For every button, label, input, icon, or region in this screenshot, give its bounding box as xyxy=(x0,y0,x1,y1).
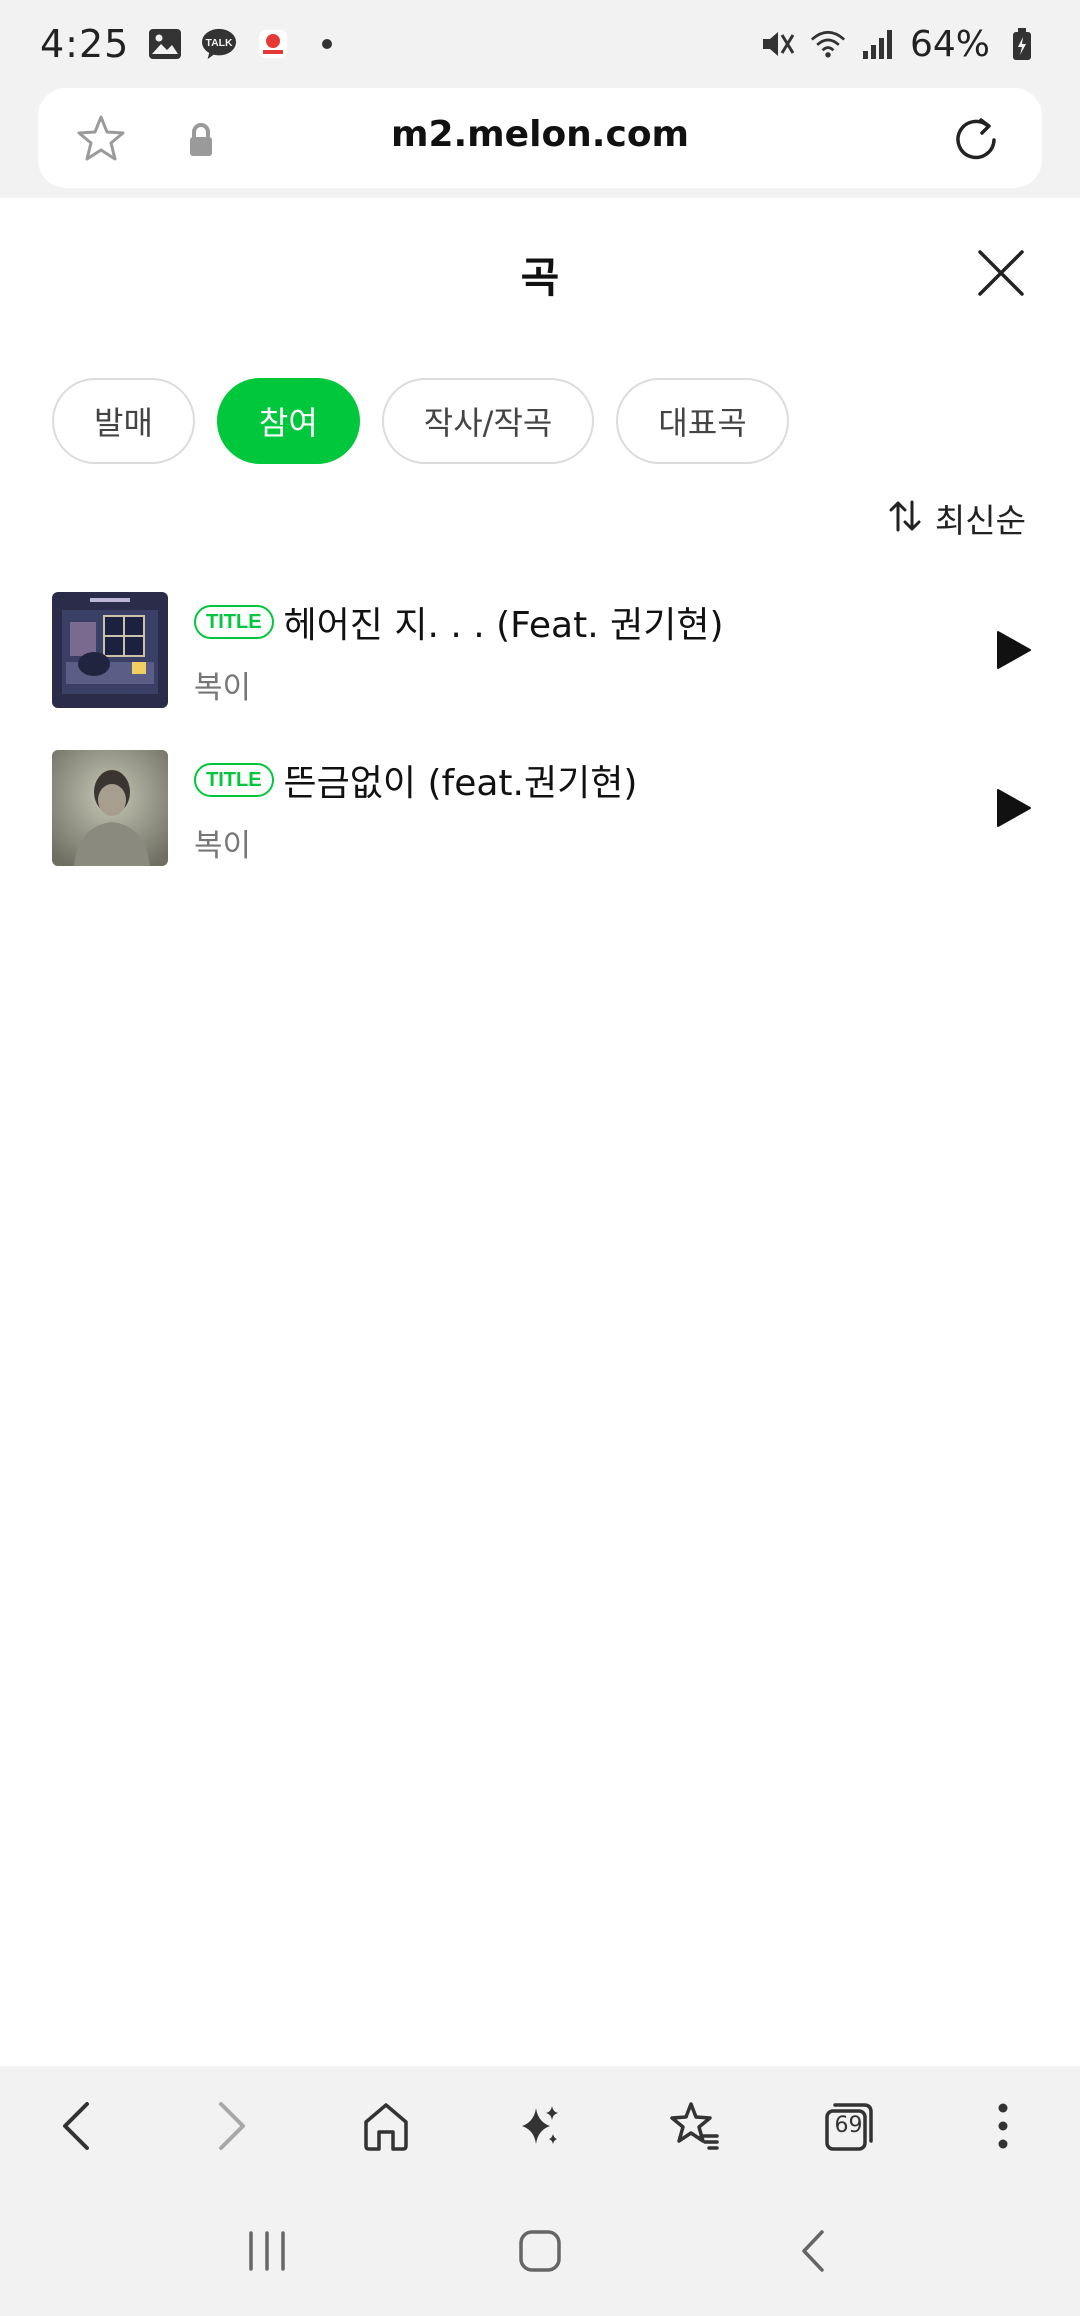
song-row[interactable]: TITLE 뜬금없이 (feat.권기현) 복이 xyxy=(0,748,1080,906)
home-nav-icon[interactable] xyxy=(500,2211,580,2291)
sort-button[interactable]: 최신순 xyxy=(887,494,1026,542)
song-title[interactable]: 뜬금없이 (feat.권기현) xyxy=(284,754,638,806)
signal-icon xyxy=(860,26,896,62)
bookmarks-icon[interactable] xyxy=(654,2086,734,2166)
song-title[interactable]: 헤어진 지. . . (Feat. 권기현) xyxy=(284,596,724,648)
tab-representative[interactable]: 대표곡 xyxy=(616,378,789,464)
tab-label: 발매 xyxy=(94,404,153,442)
reload-icon[interactable] xyxy=(948,112,1004,168)
tab-label: 작사/작곡 xyxy=(423,404,553,442)
browser-toolbar: 69 xyxy=(0,2066,1080,2186)
album-cover[interactable] xyxy=(52,750,168,866)
play-icon[interactable] xyxy=(990,786,1034,830)
status-time: 4:25 xyxy=(40,22,130,66)
browser-address-area: m2.melon.com xyxy=(0,88,1080,198)
song-row[interactable]: TITLE 헤어진 지. . . (Feat. 권기현) 복이 xyxy=(0,590,1080,748)
tab-participation[interactable]: 참여 xyxy=(216,378,360,464)
song-artist[interactable]: 복이 xyxy=(194,662,724,707)
recent-apps-icon[interactable] xyxy=(227,2211,307,2291)
back-nav-icon[interactable] xyxy=(773,2211,853,2291)
album-cover[interactable] xyxy=(52,592,168,708)
tab-release[interactable]: 발매 xyxy=(52,378,195,464)
status-bar: 4:25 TALK 64% xyxy=(0,0,1080,88)
gallery-icon xyxy=(147,26,183,62)
more-icon[interactable] xyxy=(963,2086,1043,2166)
tabs-icon[interactable]: 69 xyxy=(809,2086,889,2166)
song-info[interactable]: TITLE 뜬금없이 (feat.권기현) 복이 xyxy=(194,754,637,865)
song-info[interactable]: TITLE 헤어진 지. . . (Feat. 권기현) 복이 xyxy=(194,596,724,707)
talk-icon: TALK xyxy=(201,26,237,62)
play-icon[interactable] xyxy=(990,628,1034,672)
sort-label: 최신순 xyxy=(934,501,1026,540)
song-artist[interactable]: 복이 xyxy=(194,820,637,865)
tab-lyrics-composition[interactable]: 작사/작곡 xyxy=(381,378,595,464)
tab-label: 참여 xyxy=(258,404,318,442)
battery-icon xyxy=(1004,26,1040,62)
mute-icon xyxy=(760,26,796,62)
wifi-icon xyxy=(810,26,846,62)
home-icon[interactable] xyxy=(346,2086,426,2166)
tab-count: 69 xyxy=(834,2113,863,2138)
close-icon[interactable] xyxy=(976,248,1026,298)
url-text[interactable]: m2.melon.com xyxy=(38,114,1042,155)
page-title: 곡 xyxy=(520,253,560,302)
tab-label: 대표곡 xyxy=(658,404,747,442)
svg-text:TALK: TALK xyxy=(206,38,233,49)
ai-sparkle-icon[interactable] xyxy=(500,2086,580,2166)
title-badge: TITLE xyxy=(194,605,274,639)
sort-arrows-icon xyxy=(887,498,923,538)
dot-icon xyxy=(309,26,345,62)
system-nav-bar xyxy=(0,2186,1080,2316)
back-icon[interactable] xyxy=(37,2086,117,2166)
title-badge: TITLE xyxy=(194,763,274,797)
song-list: TITLE 헤어진 지. . . (Feat. 권기현) 복이 TITLE 뜬금… xyxy=(0,590,1080,906)
filter-tabs: 발매 참여 작사/작곡 대표곡 xyxy=(52,378,789,464)
battery-percent: 64% xyxy=(909,23,990,65)
app-notification-icon xyxy=(255,26,291,62)
address-bar[interactable]: m2.melon.com xyxy=(38,88,1042,188)
forward-icon[interactable] xyxy=(191,2086,271,2166)
